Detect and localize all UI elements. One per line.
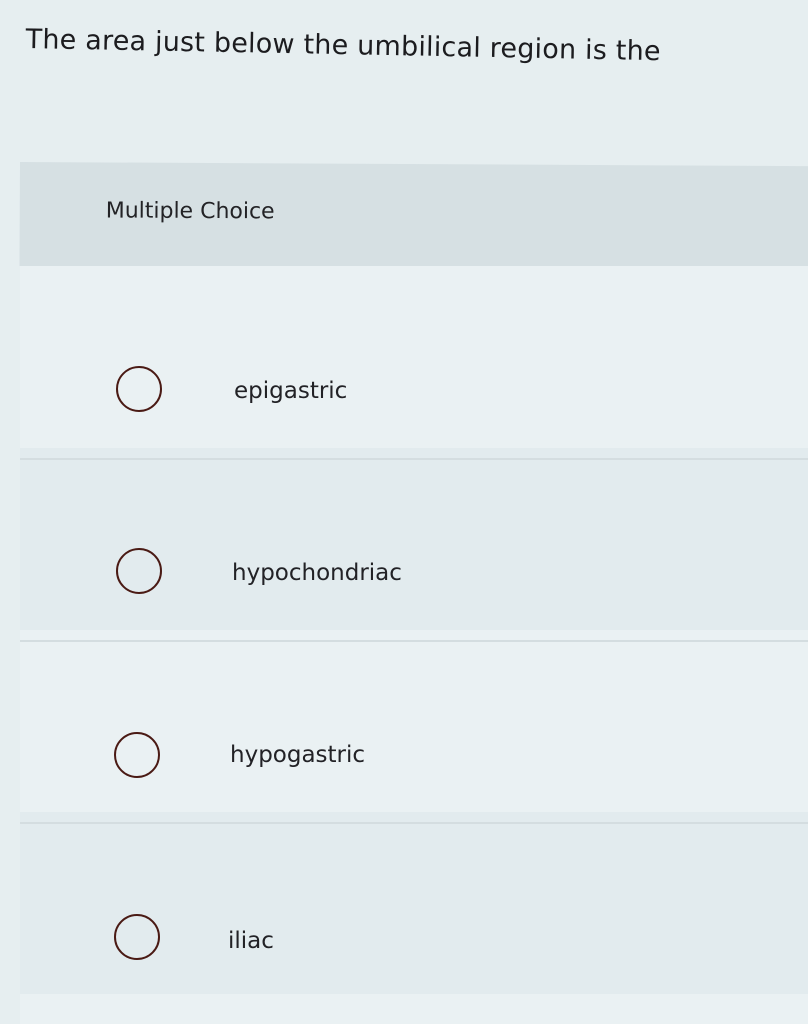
option-label: hypochondriac — [232, 560, 402, 586]
option-epigastric[interactable]: epigastric — [20, 266, 808, 448]
option-label: iliac — [228, 928, 274, 954]
question-text: The area just below the umbilical region… — [25, 24, 662, 68]
option-hypogastric[interactable]: hypogastric — [20, 630, 808, 812]
radio-button[interactable] — [116, 366, 162, 412]
divider — [20, 458, 808, 460]
answer-options: epigastric hypochondriac hypogastric ili… — [20, 266, 808, 1024]
option-label: epigastric — [234, 378, 348, 404]
radio-button[interactable] — [114, 914, 160, 960]
divider — [20, 822, 808, 824]
option-iliac[interactable]: iliac — [20, 812, 808, 994]
radio-button[interactable] — [116, 548, 162, 594]
option-label: hypogastric — [230, 742, 366, 768]
multiple-choice-label: Multiple Choice — [105, 198, 275, 225]
multiple-choice-header: Multiple Choice — [19, 162, 808, 271]
divider — [20, 640, 808, 642]
option-hypochondriac[interactable]: hypochondriac — [20, 448, 808, 630]
radio-button[interactable] — [114, 732, 160, 778]
